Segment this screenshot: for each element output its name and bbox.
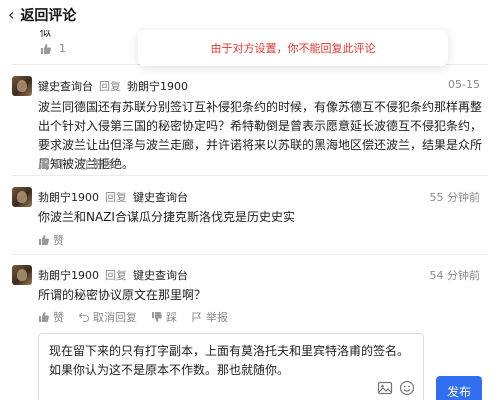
publish-button[interactable]: 发布 bbox=[436, 376, 482, 400]
comment-actions: 赞 取消回复 踩 举报 bbox=[38, 309, 242, 325]
like-button[interactable]: 赞 bbox=[38, 309, 64, 325]
cancel-reply-label: 取消回复 bbox=[93, 311, 137, 324]
reply-input[interactable]: 现在留下来的只有打字副本，上面有莫洛托夫和里宾特洛甫的签名。如果你认为这不是原本… bbox=[38, 333, 424, 400]
comment-time: 05-15 bbox=[448, 78, 480, 91]
comment-author[interactable]: 键史查询台 bbox=[38, 78, 93, 94]
thumbs-up-icon bbox=[38, 311, 50, 323]
comment-actions: 赞 bbox=[38, 232, 78, 248]
dislike-button[interactable]: 踩 bbox=[151, 309, 177, 325]
reply-word: 回复 bbox=[105, 191, 127, 204]
top-bar: ‹ 返回评论 bbox=[0, 0, 500, 30]
comment-author[interactable]: 勃朗宁1900 bbox=[38, 189, 99, 205]
thumbs-up-icon bbox=[38, 234, 50, 246]
avatar[interactable] bbox=[12, 187, 32, 207]
like-label: 赞 bbox=[53, 158, 64, 171]
reply-target[interactable]: 键史查询台 bbox=[133, 189, 188, 205]
comment-author[interactable]: 勃朗宁1900 bbox=[38, 267, 99, 283]
report-button[interactable]: 举报 bbox=[191, 309, 228, 325]
reply-input-text[interactable]: 现在留下来的只有打字副本，上面有莫洛托夫和里宾特洛甫的签名。如果你认为这不是原本… bbox=[49, 342, 413, 380]
comment-time: 54 分钟前 bbox=[429, 269, 481, 282]
previous-comment-actions: 1 bbox=[40, 42, 66, 55]
back-to-comments-link[interactable]: 返回评论 bbox=[20, 5, 76, 25]
like-count: 1 bbox=[59, 42, 66, 55]
emoji-icon[interactable] bbox=[399, 380, 415, 396]
comment-meta: 勃朗宁1900 回复 键史查询台 bbox=[38, 267, 188, 283]
like-button[interactable]: 赞 bbox=[38, 232, 64, 248]
delete-label: 删除 bbox=[93, 158, 115, 171]
comment-meta: 键史查询台 回复 勃朗宁1900 bbox=[38, 78, 188, 94]
thumbs-up-icon bbox=[38, 158, 50, 170]
dislike-label: 踩 bbox=[166, 311, 177, 324]
reply-target[interactable]: 勃朗宁1900 bbox=[127, 78, 188, 94]
like-button[interactable]: 赞 bbox=[38, 156, 64, 172]
delete-button[interactable]: 删除 bbox=[78, 156, 115, 172]
comment-text: 所谓的秘密协议原文在那里啊？ bbox=[38, 288, 207, 302]
comment-time: 55 分钟前 bbox=[429, 191, 481, 204]
reply-word: 回复 bbox=[105, 269, 127, 282]
toast-message: 由于对方设置，你不能回复此评论 bbox=[210, 42, 376, 55]
chevron-left-icon[interactable]: ‹ bbox=[8, 7, 14, 23]
reply-tools bbox=[377, 380, 415, 396]
reply-word: 回复 bbox=[99, 80, 121, 93]
like-label: 赞 bbox=[53, 311, 64, 324]
divider bbox=[12, 175, 488, 176]
cancel-reply-button[interactable]: 取消回复 bbox=[78, 309, 137, 325]
image-icon[interactable] bbox=[377, 380, 393, 396]
thumbs-up-icon[interactable] bbox=[40, 43, 52, 55]
report-label: 举报 bbox=[206, 311, 228, 324]
comment-meta: 勃朗宁1900 回复 键史查询台 bbox=[38, 189, 188, 205]
reply-target[interactable]: 键史查询台 bbox=[133, 267, 188, 283]
toast-notification: 由于对方设置，你不能回复此评论 bbox=[138, 30, 448, 66]
avatar[interactable] bbox=[12, 76, 32, 96]
comment-actions: 赞 删除 bbox=[38, 156, 129, 172]
flag-icon bbox=[191, 311, 203, 323]
undo-icon bbox=[78, 311, 90, 323]
thumbs-down-icon bbox=[151, 311, 163, 323]
trash-icon bbox=[78, 158, 90, 170]
avatar[interactable] bbox=[12, 265, 32, 285]
comment-text: 你波兰和NAZI合谋瓜分捷克斯洛伐克是历史史实 bbox=[38, 210, 295, 224]
like-label: 赞 bbox=[53, 234, 64, 247]
divider bbox=[12, 254, 488, 255]
